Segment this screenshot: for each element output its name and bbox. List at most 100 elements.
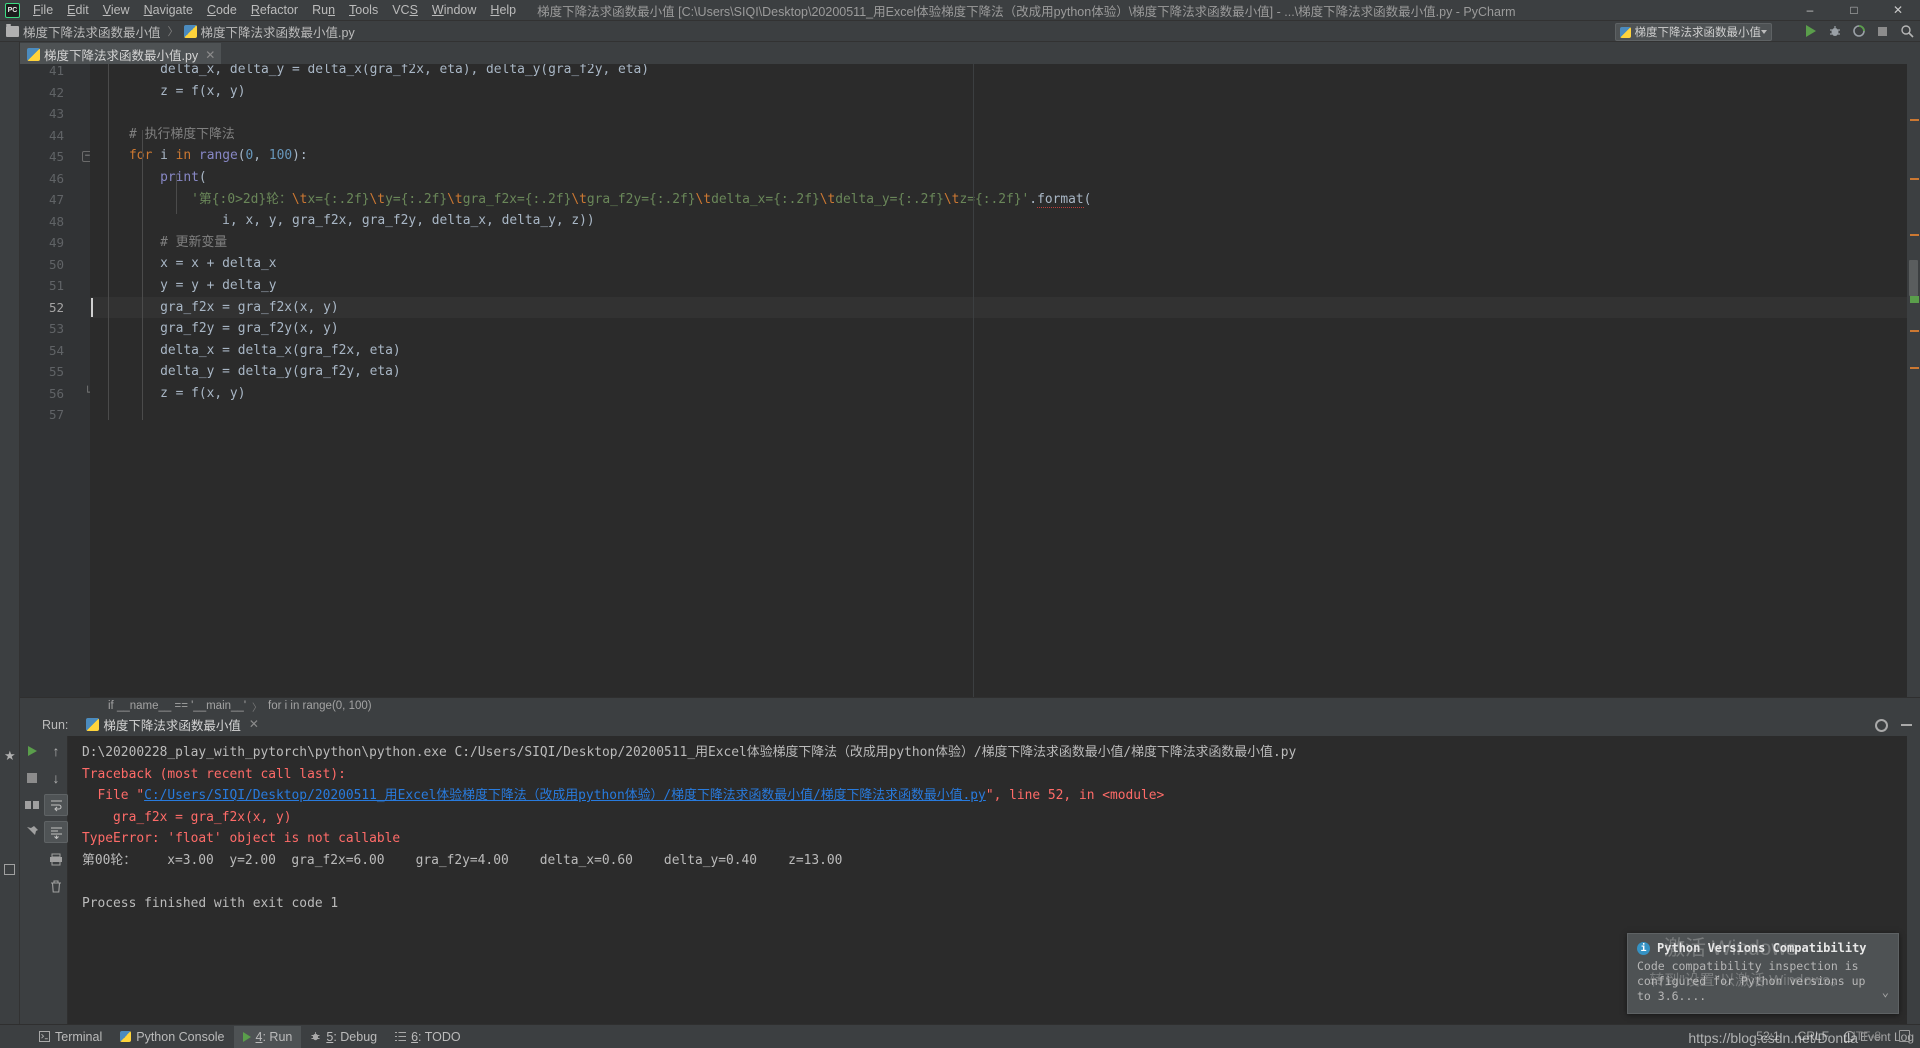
run-actions-console: ↑ ↓ — [44, 736, 68, 1024]
tab-python-icon — [27, 48, 40, 61]
run-actions-left — [20, 736, 44, 1024]
stop-button[interactable] — [1875, 23, 1890, 39]
console-file-prefix: File " — [82, 788, 145, 804]
menu-refactor[interactable]: Refactor — [244, 1, 305, 19]
console-line: D:\20200228_play_with_pytorch\python\pyt… — [82, 745, 1297, 760]
breadcrumb-separator: 〉 — [167, 26, 179, 38]
code-editor[interactable]: 41 42 43 44 45 46 47 48 49 50 51 52 53 5… — [20, 63, 1920, 697]
editor-scrollbar[interactable] — [1907, 64, 1920, 697]
status-bar: 52:1 CRLF UTF-8 — [1756, 1024, 1920, 1048]
code-text[interactable]: delta_x, delta_y = delta_x(gra_f2x, eta)… — [90, 64, 1907, 697]
run-configuration-selector[interactable]: 梯度下降法求函数最小值 — [1614, 23, 1772, 41]
console-line: Process finished with exit code 1 — [82, 896, 339, 912]
clear-all-icon[interactable] — [44, 875, 68, 897]
line-number: 57 — [48, 407, 64, 422]
chevron-down-icon[interactable]: ⌄ — [1882, 985, 1889, 999]
gear-icon[interactable] — [1875, 718, 1888, 732]
close-icon[interactable]: ✕ — [205, 48, 215, 62]
bottom-tab-run[interactable]: 4: Run — [233, 1025, 302, 1048]
code-line: x = x + delta_x — [98, 256, 277, 272]
menu-file[interactable]: File — [26, 1, 60, 19]
caret-position[interactable]: 52:1 — [1756, 1029, 1779, 1043]
code-line: # 更新变量 — [98, 234, 228, 250]
bottom-tab-python-console[interactable]: Python Console — [111, 1026, 233, 1048]
python-icon — [120, 1031, 132, 1042]
menu-tools[interactable]: Tools — [342, 1, 385, 19]
line-number: 55 — [48, 364, 64, 379]
line-number: 41 — [48, 63, 64, 78]
play-icon — [242, 1031, 251, 1042]
minimize-button[interactable]: – — [1788, 0, 1832, 21]
navigation-bar: 梯度下降法求函数最小值 〉 梯度下降法求函数最小值.py 梯度下降法求函数最小值 — [0, 21, 1920, 42]
editor-scrollbar-thumb[interactable] — [1909, 260, 1918, 296]
soft-wrap-icon[interactable] — [44, 794, 68, 816]
down-arrow-icon[interactable]: ↓ — [44, 767, 68, 789]
run-tool-header-buttons — [1875, 718, 1912, 732]
structure-icon — [4, 864, 15, 875]
line-number: 47 — [48, 192, 64, 207]
scroll-to-end-icon[interactable] — [44, 821, 68, 843]
bottom-tab-debug-rest: : Debug — [333, 1029, 378, 1044]
coverage-button[interactable] — [1851, 23, 1866, 39]
breadcrumb-project-folder[interactable]: 梯度下降法求函数最小值 — [6, 22, 161, 41]
code-line: print( — [160, 169, 207, 185]
info-icon: i — [1637, 941, 1650, 955]
code-line: delta_x, delta_y = delta_x(gra_f2x, eta)… — [98, 64, 650, 77]
pin-icon[interactable] — [20, 821, 44, 843]
bottom-tab-todo-num: 6 — [411, 1029, 419, 1044]
breadcrumb-scope-for[interactable]: for i in range(0, 100) — [268, 700, 372, 712]
breadcrumb-file[interactable]: 梯度下降法求函数最小值.py — [183, 22, 355, 41]
menu-navigate[interactable]: Navigate — [137, 1, 200, 19]
code-line: z = f(x, y) — [98, 83, 246, 99]
menu-code[interactable]: Code — [200, 1, 244, 19]
print-icon[interactable] — [44, 848, 68, 870]
maximize-button[interactable]: □ — [1832, 0, 1876, 21]
notification-title: Python Versions Compatibility — [1657, 941, 1867, 955]
bottom-tab-debug[interactable]: 5: Debug — [301, 1026, 386, 1048]
main-toolbar-buttons — [1803, 23, 1914, 39]
menu-run[interactable]: Run — [305, 1, 342, 19]
console-output[interactable]: D:\20200228_play_with_pytorch\python\pyt… — [68, 736, 1907, 1024]
line-number: 46 — [48, 171, 64, 186]
window-title: 梯度下降法求函数最小值 [C:\Users\SIQI\Desktop\20200… — [537, 4, 1516, 19]
menu-vcs[interactable]: VCS — [385, 1, 425, 19]
bottom-tool-window-bar: Terminal Python Console 4: Run 5: Debug … — [0, 1024, 1920, 1048]
menu-window[interactable]: Window — [425, 1, 483, 19]
left-tool-window-bar: 1: Project 2: Favorites ★ 7: Structure — [0, 42, 20, 1024]
stop-button-console[interactable] — [20, 767, 44, 789]
console-file-link[interactable]: C:/Users/SIQI/Desktop/20200511_用Excel体验梯… — [144, 788, 986, 803]
file-encoding[interactable]: UTF-8 — [1847, 1029, 1881, 1043]
notification-balloon[interactable]: i Python Versions Compatibility Code com… — [1627, 933, 1899, 1014]
run-button[interactable] — [1803, 23, 1818, 39]
run-session-tab[interactable]: 梯度下降法求函数最小值 ✕ — [82, 713, 263, 738]
close-button[interactable]: ✕ — [1876, 0, 1920, 21]
hide-icon[interactable] — [1901, 724, 1912, 726]
bug-icon — [310, 1031, 321, 1042]
layout-settings-icon[interactable] — [20, 794, 44, 816]
bottom-tab-terminal[interactable]: Terminal — [30, 1026, 111, 1048]
menu-edit[interactable]: Edit — [60, 1, 96, 19]
code-line-current: gra_f2x = gra_f2x(x, y) — [90, 296, 1907, 319]
terminal-icon — [39, 1031, 50, 1042]
menu-help[interactable]: Help — [483, 1, 523, 19]
pycharm-logo-icon: PC — [5, 2, 20, 18]
list-icon — [395, 1031, 407, 1042]
lock-icon[interactable] — [1899, 1030, 1910, 1042]
rerun-button[interactable] — [20, 740, 44, 762]
debug-button[interactable] — [1827, 23, 1842, 39]
up-arrow-icon[interactable]: ↑ — [44, 740, 68, 762]
console-scrollbar[interactable] — [1907, 736, 1920, 1024]
editor-tab-bar: 梯度下降法求函数最小值.py ✕ — [20, 42, 1920, 64]
line-number: 56 — [48, 386, 64, 401]
run-tab-python-icon — [86, 717, 100, 731]
search-icon[interactable] — [1899, 23, 1914, 39]
bottom-tab-todo[interactable]: 6: TODO — [386, 1026, 470, 1048]
bottom-tab-todo-rest: : TODO — [418, 1029, 461, 1044]
menu-view[interactable]: View — [96, 1, 137, 19]
close-icon[interactable]: ✕ — [249, 717, 259, 731]
line-separator[interactable]: CRLF — [1798, 1029, 1829, 1043]
console-line: TypeError: 'float' object is not callabl… — [82, 831, 401, 847]
breadcrumb-scope-main[interactable]: if __name__ == '__main__' — [108, 700, 246, 712]
